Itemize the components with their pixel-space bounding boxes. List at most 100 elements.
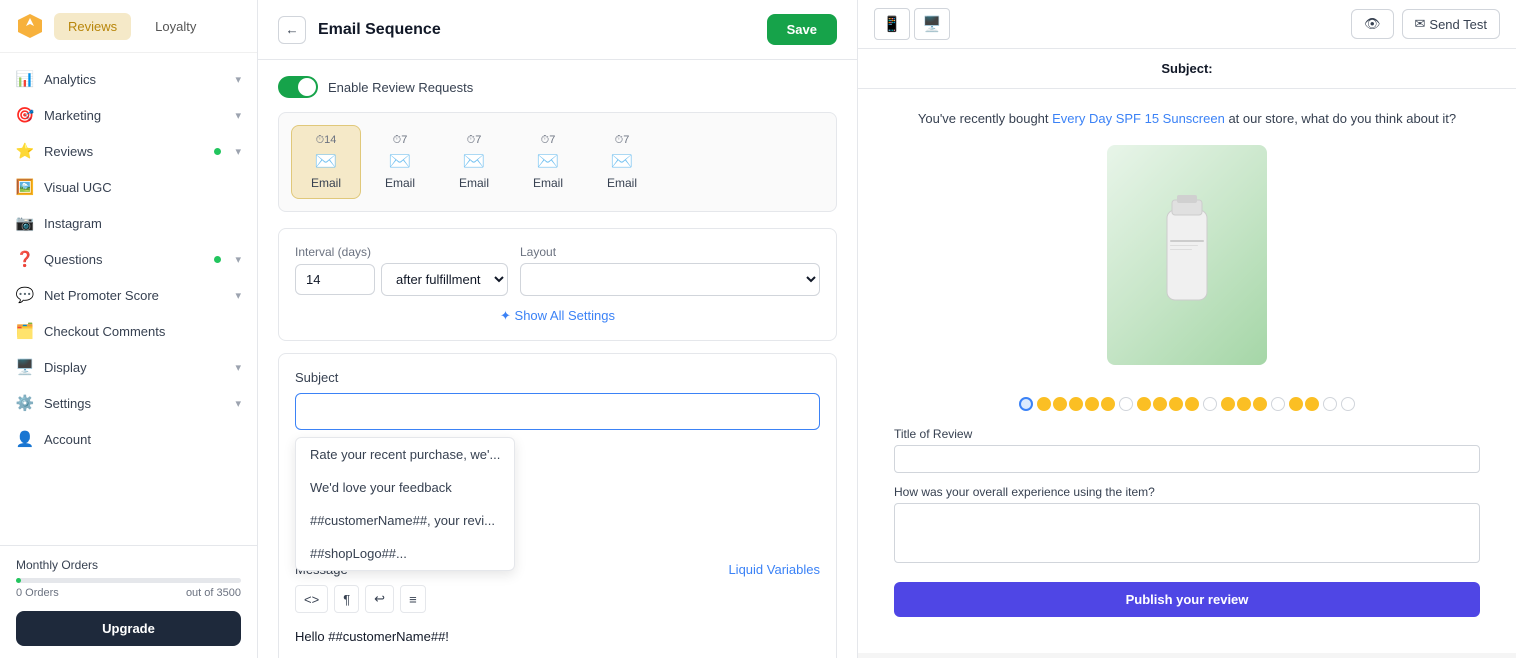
sidebar-item-label: Checkout Comments <box>44 324 241 339</box>
sidebar-item-display[interactable]: 🖥️ Display ▾ <box>0 349 257 385</box>
star-empty-1[interactable] <box>1119 397 1133 411</box>
star-empty-2[interactable] <box>1203 397 1217 411</box>
toggle-label: Enable Review Requests <box>328 80 473 95</box>
display-icon: 🖥️ <box>16 358 34 376</box>
email-step-5[interactable]: ⏱7 ✉️ Email <box>587 125 657 199</box>
liquid-variables-link[interactable]: Liquid Variables <box>728 562 820 577</box>
sidebar-item-questions[interactable]: ❓ Questions ▾ <box>0 241 257 277</box>
undo-btn[interactable]: ↩ <box>365 585 394 613</box>
star-10[interactable] <box>1185 397 1199 411</box>
menu-btn[interactable]: ≡ <box>400 585 426 613</box>
code-btn[interactable]: <> <box>295 585 328 613</box>
send-test-btn[interactable]: ✉ Send Test <box>1402 9 1501 39</box>
star-group-3 <box>1119 397 1133 411</box>
sidebar-item-account[interactable]: 👤 Account <box>0 421 257 457</box>
notification-dot <box>214 256 221 263</box>
star-14[interactable] <box>1289 397 1303 411</box>
sidebar-item-visual-ugc[interactable]: 🖼️ Visual UGC <box>0 169 257 205</box>
back-button[interactable]: ← <box>278 16 306 44</box>
star-1[interactable] <box>1019 397 1033 411</box>
sidebar-nav: 📊 Analytics ▾ 🎯 Marketing ▾ ⭐ Reviews ▾ … <box>0 53 257 545</box>
star-empty-5[interactable] <box>1341 397 1355 411</box>
star-group-4 <box>1137 397 1199 411</box>
dropdown-item-2[interactable]: We'd love your feedback <box>296 471 514 504</box>
subject-dropdown: Rate your recent purchase, we'... We'd l… <box>295 437 515 571</box>
chevron-icon: ▾ <box>235 145 241 158</box>
star-7[interactable] <box>1137 397 1151 411</box>
mobile-view-btn[interactable]: 📱 <box>874 8 910 40</box>
star-2[interactable] <box>1037 397 1051 411</box>
paragraph-btn[interactable]: ¶ <box>334 585 359 613</box>
orders-max: out of 3500 <box>186 587 241 599</box>
device-buttons: 📱 🖥️ <box>874 8 950 40</box>
email-step-1[interactable]: ⏱14 ✉️ Email <box>291 125 361 199</box>
star-5[interactable] <box>1085 397 1099 411</box>
experience-textarea[interactable] <box>894 503 1480 563</box>
chevron-icon: ▾ <box>235 397 241 410</box>
preview-email: Subject: You've recently bought Every Da… <box>858 49 1516 653</box>
layout-group: Layout <box>520 245 820 296</box>
email-step-2[interactable]: ⏱7 ✉️ Email <box>365 125 435 199</box>
dropdown-item-4[interactable]: ##shopLogo##... <box>296 537 514 570</box>
layout-select[interactable] <box>520 263 820 296</box>
subject-input[interactable] <box>295 393 820 430</box>
sidebar-item-nps[interactable]: 💬 Net Promoter Score ▾ <box>0 277 257 313</box>
preview-intro: You've recently bought Every Day SPF 15 … <box>878 109 1496 129</box>
step-time-2: ⏱7 <box>393 134 408 147</box>
sidebar-item-label: Instagram <box>44 216 241 231</box>
upgrade-button[interactable]: Upgrade <box>16 611 241 646</box>
product-link[interactable]: Every Day SPF 15 Sunscreen <box>1052 111 1225 126</box>
loyalty-tab[interactable]: Loyalty <box>141 13 210 40</box>
settings-icon: ⚙️ <box>16 394 34 412</box>
step-label-5: Email <box>607 176 637 190</box>
email-step-3[interactable]: ⏱7 ✉️ Email <box>439 125 509 199</box>
publish-review-btn[interactable]: Publish your review <box>894 582 1480 617</box>
notification-dot <box>214 148 221 155</box>
star-empty-4[interactable] <box>1323 397 1337 411</box>
sidebar-item-analytics[interactable]: 📊 Analytics ▾ <box>0 61 257 97</box>
desktop-view-btn[interactable]: 🖥️ <box>914 8 950 40</box>
sidebar-item-label: Account <box>44 432 241 447</box>
analytics-icon: 📊 <box>16 70 34 88</box>
interval-group: Interval (days) after fulfillment <box>295 245 508 296</box>
star-15[interactable] <box>1305 397 1319 411</box>
star-6[interactable] <box>1101 397 1115 411</box>
star-4[interactable] <box>1069 397 1083 411</box>
enable-toggle[interactable] <box>278 76 318 98</box>
email-step-4[interactable]: ⏱7 ✉️ Email <box>513 125 583 199</box>
show-all-settings[interactable]: ✦ Show All Settings <box>295 308 820 324</box>
sidebar-item-checkout-comments[interactable]: 🗂️ Checkout Comments <box>0 313 257 349</box>
reviews-tab[interactable]: Reviews <box>54 13 131 40</box>
sidebar-item-reviews[interactable]: ⭐ Reviews ▾ <box>0 133 257 169</box>
step-label-3: Email <box>459 176 489 190</box>
star-11[interactable] <box>1221 397 1235 411</box>
star-12[interactable] <box>1237 397 1251 411</box>
title-of-review-input[interactable] <box>894 445 1480 473</box>
star-3[interactable] <box>1053 397 1067 411</box>
preview-scrollable[interactable]: Subject: You've recently bought Every Da… <box>858 49 1516 658</box>
sidebar-item-label: Settings <box>44 396 225 411</box>
monthly-orders-label: Monthly Orders <box>16 558 241 572</box>
fulfillment-select[interactable]: after fulfillment <box>381 263 508 296</box>
star-9[interactable] <box>1169 397 1183 411</box>
dropdown-item-3[interactable]: ##customerName##, your revi... <box>296 504 514 537</box>
interval-input[interactable] <box>295 264 375 295</box>
preview-eye-btn[interactable]: 👁 <box>1351 9 1394 39</box>
product-image <box>1107 145 1267 365</box>
star-empty-3[interactable] <box>1271 397 1285 411</box>
toggle-knob <box>298 78 316 96</box>
star-13[interactable] <box>1253 397 1267 411</box>
preview-actions: 👁 ✉ Send Test <box>1351 9 1500 39</box>
sidebar: Reviews Loyalty 📊 Analytics ▾ 🎯 Marketin… <box>0 0 258 658</box>
star-8[interactable] <box>1153 397 1167 411</box>
sidebar-footer: Monthly Orders 0 Orders out of 3500 Upgr… <box>0 545 257 658</box>
save-button[interactable]: Save <box>767 14 837 45</box>
step-time-1: ⏱14 <box>316 134 337 147</box>
email-steps: ⏱14 ✉️ Email ⏱7 ✉️ Email ⏱7 ✉️ Email <box>278 112 837 212</box>
sidebar-item-settings[interactable]: ⚙️ Settings ▾ <box>0 385 257 421</box>
experience-label: How was your overall experience using th… <box>894 485 1480 499</box>
layout-label: Layout <box>520 245 820 259</box>
sidebar-item-marketing[interactable]: 🎯 Marketing ▾ <box>0 97 257 133</box>
sidebar-item-instagram[interactable]: 📷 Instagram <box>0 205 257 241</box>
dropdown-item-1[interactable]: Rate your recent purchase, we'... <box>296 438 514 471</box>
